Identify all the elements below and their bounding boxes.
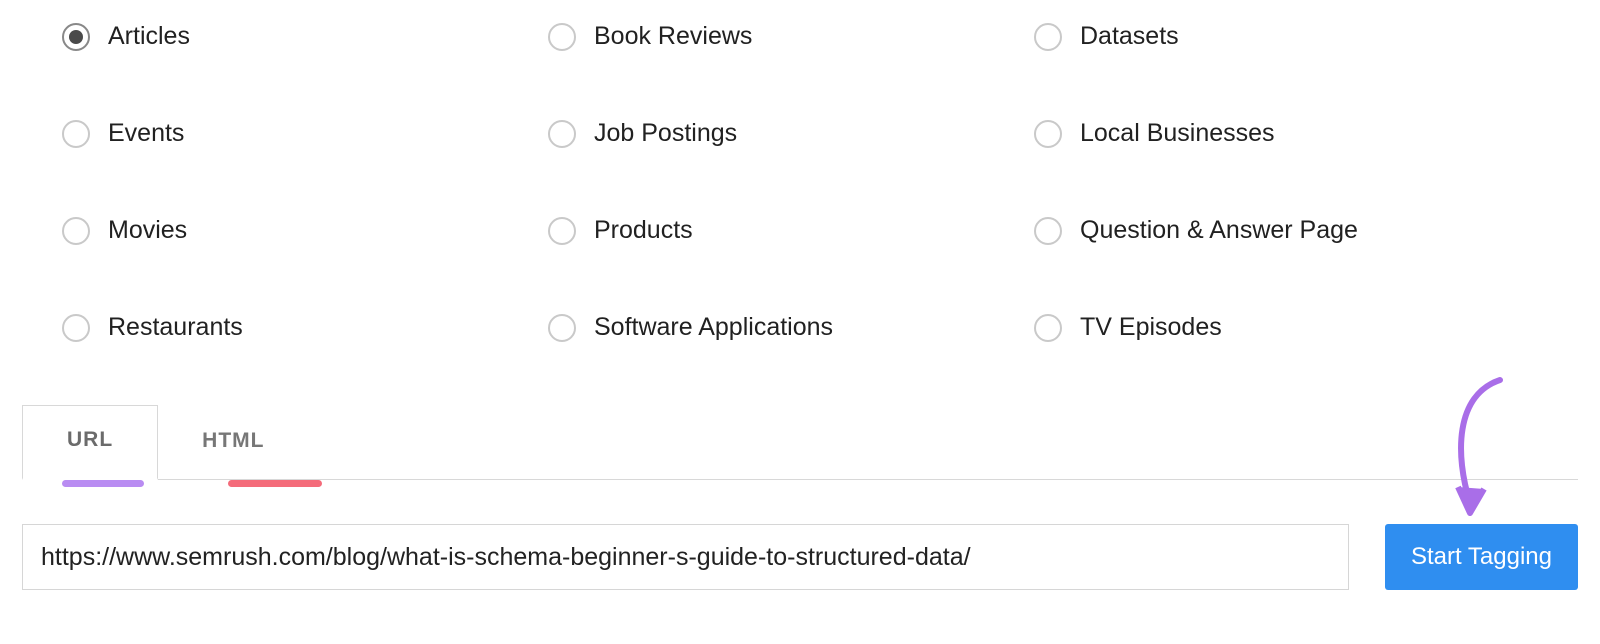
radio-label: Job Postings	[594, 119, 737, 148]
radio-label: Software Applications	[594, 313, 833, 342]
radio-label: Book Reviews	[594, 22, 752, 51]
radio-label: TV Episodes	[1080, 313, 1222, 342]
input-mode-tabs: URL HTML	[22, 405, 1578, 480]
radio-option-book-reviews[interactable]: Book Reviews	[548, 22, 1034, 51]
annotation-underline-html	[228, 480, 322, 487]
radio-label: Products	[594, 216, 693, 245]
radio-icon	[548, 120, 576, 148]
tab-label: HTML	[202, 429, 264, 452]
radio-icon	[62, 217, 90, 245]
tab-url[interactable]: URL	[22, 405, 158, 480]
radio-label: Restaurants	[108, 313, 243, 342]
start-tagging-button[interactable]: Start Tagging	[1385, 524, 1578, 590]
radio-icon	[1034, 120, 1062, 148]
radio-icon	[62, 23, 90, 51]
radio-option-events[interactable]: Events	[62, 119, 548, 148]
radio-option-local-businesses[interactable]: Local Businesses	[1034, 119, 1520, 148]
url-input[interactable]	[22, 524, 1349, 590]
radio-label: Movies	[108, 216, 187, 245]
radio-option-tv-episodes[interactable]: TV Episodes	[1034, 313, 1520, 342]
annotation-underline-url	[62, 480, 144, 487]
radio-option-movies[interactable]: Movies	[62, 216, 548, 245]
radio-option-restaurants[interactable]: Restaurants	[62, 313, 548, 342]
radio-icon	[1034, 217, 1062, 245]
radio-option-products[interactable]: Products	[548, 216, 1034, 245]
radio-option-datasets[interactable]: Datasets	[1034, 22, 1520, 51]
tab-label: URL	[67, 428, 113, 451]
radio-label: Local Businesses	[1080, 119, 1275, 148]
tab-html[interactable]: HTML	[158, 407, 308, 479]
data-type-radio-group: Articles Book Reviews Datasets Events Jo…	[0, 0, 1520, 342]
radio-icon	[548, 217, 576, 245]
radio-icon	[1034, 23, 1062, 51]
radio-icon	[548, 23, 576, 51]
radio-icon	[62, 120, 90, 148]
radio-icon	[1034, 314, 1062, 342]
radio-option-job-postings[interactable]: Job Postings	[548, 119, 1034, 148]
radio-label: Events	[108, 119, 184, 148]
url-input-row: Start Tagging	[22, 524, 1578, 590]
radio-label: Articles	[108, 22, 190, 51]
radio-icon	[62, 314, 90, 342]
radio-option-articles[interactable]: Articles	[62, 22, 548, 51]
radio-option-qa-page[interactable]: Question & Answer Page	[1034, 216, 1520, 245]
radio-option-software-applications[interactable]: Software Applications	[548, 313, 1034, 342]
radio-label: Question & Answer Page	[1080, 216, 1358, 245]
radio-label: Datasets	[1080, 22, 1179, 51]
radio-icon	[548, 314, 576, 342]
